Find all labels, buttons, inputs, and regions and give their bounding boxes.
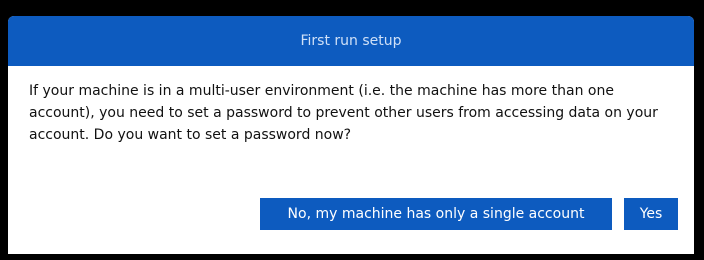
yes-button[interactable]: Yes	[624, 198, 678, 230]
dialog-message: If your machine is in a multi-user envir…	[29, 83, 658, 143]
dialog-titlebar: First run setup	[8, 16, 694, 66]
dialog-title: First run setup	[300, 33, 402, 49]
first-run-setup-dialog: First run setup If your machine is in a …	[8, 16, 694, 254]
single-account-button[interactable]: No, my machine has only a single account	[260, 198, 612, 230]
dialog-button-row: No, my machine has only a single account…	[260, 198, 678, 230]
